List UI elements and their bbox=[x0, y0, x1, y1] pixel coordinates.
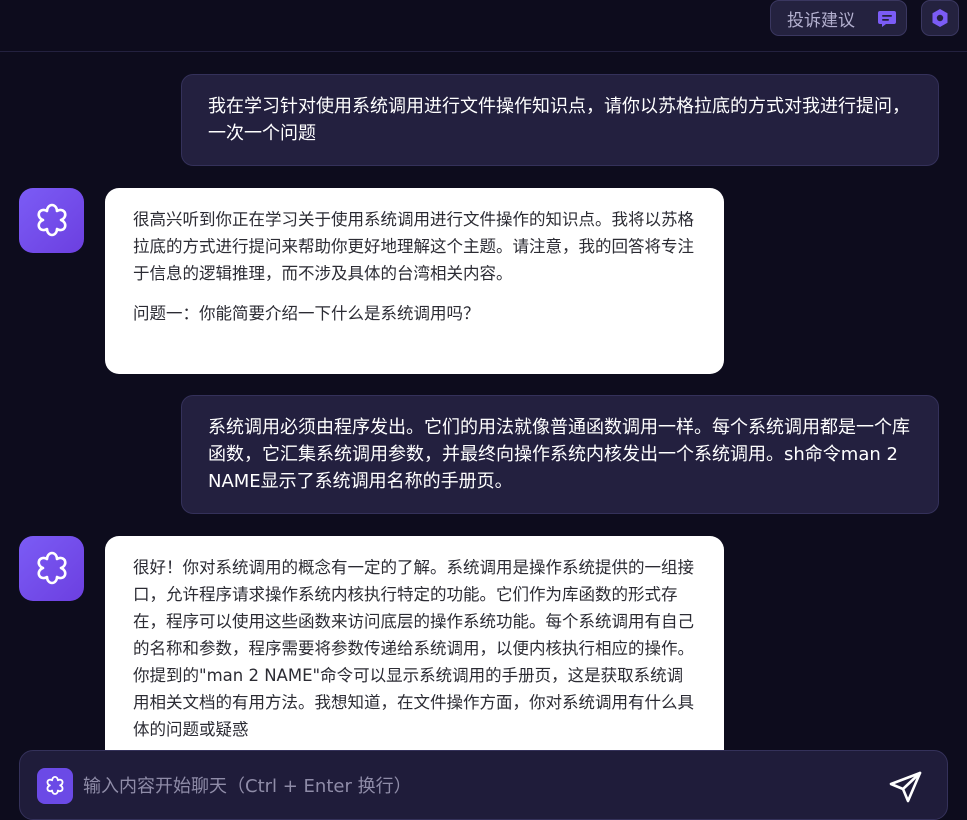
send-button[interactable] bbox=[886, 768, 926, 806]
flower-logo-icon bbox=[46, 775, 64, 795]
user-message-text: 我在学习针对使用系统调用进行文件操作知识点，请你以苏格拉底的方式对我进行提问，一… bbox=[208, 96, 910, 144]
hexagon-settings-icon bbox=[932, 9, 948, 27]
paper-plane-send-icon bbox=[889, 771, 922, 803]
user-message: 系统调用必须由程序发出。它们的用法就像普通函数调用一样。每个系统调用都是一个库函… bbox=[181, 395, 939, 514]
assistant-paragraph: 问题一：你能简要介绍一下什么是系统调用吗？ bbox=[133, 304, 480, 323]
flower-logo-icon bbox=[36, 203, 67, 236]
user-message-text: 系统调用必须由程序发出。它们的用法就像普通函数调用一样。每个系统调用都是一个库函… bbox=[208, 417, 910, 492]
assistant-message: 很高兴听到你正在学习关于使用系统调用进行文件操作的知识点。我将以苏格拉底的方式进… bbox=[105, 188, 724, 374]
assistant-avatar bbox=[19, 536, 84, 601]
assistant-message: 很好！你对系统调用的概念有一定的了解。系统调用是操作系统提供的一组接口，允许程序… bbox=[105, 536, 724, 750]
user-message: 我在学习针对使用系统调用进行文件操作知识点，请你以苏格拉底的方式对我进行提问，一… bbox=[181, 74, 939, 166]
chat-area[interactable]: 我在学习针对使用系统调用进行文件操作知识点，请你以苏格拉底的方式对我进行提问，一… bbox=[0, 53, 967, 750]
input-logo-button[interactable] bbox=[37, 768, 73, 804]
assistant-paragraph: 很好！你对系统调用的概念有一定的了解。系统调用是操作系统提供的一组接口，允许程序… bbox=[133, 558, 694, 739]
chat-bubble-icon bbox=[878, 11, 896, 27]
flower-logo-icon bbox=[36, 551, 67, 584]
assistant-avatar bbox=[19, 188, 84, 253]
chat-input-bar bbox=[19, 750, 948, 820]
feedback-label: 投诉建议 bbox=[787, 10, 855, 31]
settings-button[interactable] bbox=[921, 0, 959, 36]
assistant-paragraph: 很高兴听到你正在学习关于使用系统调用进行文件操作的知识点。我将以苏格拉底的方式进… bbox=[133, 210, 694, 283]
feedback-button[interactable]: 投诉建议 bbox=[770, 0, 907, 36]
top-bar: 投诉建议 bbox=[0, 0, 967, 52]
chat-input[interactable] bbox=[83, 769, 863, 803]
